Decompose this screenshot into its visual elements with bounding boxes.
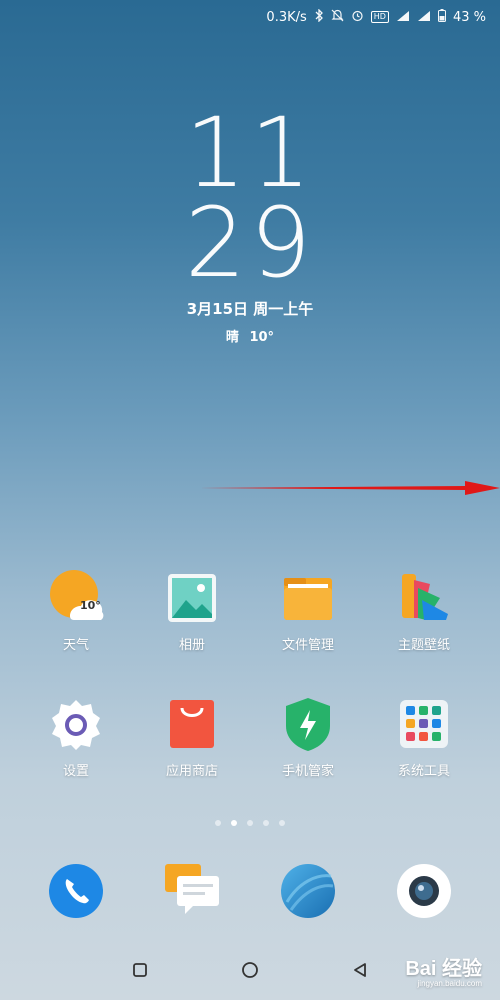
app-label: 文件管理 xyxy=(281,638,334,653)
dock xyxy=(0,862,500,920)
camera-icon xyxy=(395,862,453,920)
app-settings[interactable]: 设置 xyxy=(26,696,126,779)
app-label: 应用商店 xyxy=(165,764,218,779)
clock-hour: 11 xyxy=(184,97,316,209)
home-button[interactable] xyxy=(239,959,261,981)
weather-summary: 晴 10° xyxy=(0,326,500,345)
page-dot[interactable] xyxy=(263,820,269,826)
signal-4g-icon xyxy=(396,10,410,25)
alarm-icon xyxy=(351,9,364,25)
back-triangle-icon xyxy=(354,963,366,977)
phone-manager-icon xyxy=(280,696,336,752)
app-theme[interactable]: 主题壁纸 xyxy=(374,570,474,653)
dock-messages[interactable] xyxy=(142,862,242,920)
folder-icon xyxy=(280,570,336,626)
page-dot[interactable] xyxy=(279,820,285,826)
watermark-sub: jingyan.baidu.com xyxy=(417,979,482,988)
phone-icon xyxy=(47,862,105,920)
app-label: 天气 xyxy=(62,638,89,653)
date-text: 3月15日 周一上午 xyxy=(186,300,314,318)
app-phone-manager[interactable]: 手机管家 xyxy=(258,696,358,779)
baidu-watermark: Bai 经验 jingyan.baidu.com xyxy=(405,952,482,988)
theme-icon xyxy=(396,570,452,626)
recent-apps-button[interactable] xyxy=(129,959,151,981)
dock-browser[interactable] xyxy=(258,862,358,920)
back-button[interactable] xyxy=(349,959,371,981)
hd-icon: HD xyxy=(370,11,389,23)
bluetooth-icon xyxy=(314,8,324,25)
app-row-1: 10° 天气 相册 文件管理 主题壁纸 xyxy=(0,570,500,653)
app-label: 手机管家 xyxy=(281,764,334,779)
app-system-tools[interactable]: 系统工具 xyxy=(374,696,474,779)
messages-icon xyxy=(163,862,221,920)
app-store-icon xyxy=(164,696,220,752)
lock-clock: 11 29 xyxy=(0,97,500,299)
browser-icon xyxy=(279,862,337,920)
dock-camera[interactable] xyxy=(374,862,474,920)
square-icon xyxy=(133,963,147,977)
app-label: 主题壁纸 xyxy=(397,638,450,653)
dock-phone[interactable] xyxy=(26,862,126,920)
app-gallery[interactable]: 相册 xyxy=(142,570,242,653)
app-row-2: 设置 应用商店 手机管家 系统工具 xyxy=(0,696,500,779)
weather-temperature: 10° xyxy=(249,330,275,345)
clock-minute: 29 xyxy=(184,187,316,299)
signal-icon xyxy=(417,10,431,25)
weather-badge: 10° xyxy=(80,599,101,612)
app-label: 系统工具 xyxy=(397,764,450,779)
watermark-main: Bai 经验 xyxy=(405,958,482,980)
app-file-manager[interactable]: 文件管理 xyxy=(258,570,358,653)
battery-icon xyxy=(437,9,446,25)
page-dot[interactable] xyxy=(215,820,221,826)
red-arrow-annotation xyxy=(200,481,500,495)
app-label: 设置 xyxy=(62,764,89,779)
app-app-store[interactable]: 应用商店 xyxy=(142,696,242,779)
network-speed: 0.3K/s xyxy=(266,9,307,25)
weather-condition: 晴 xyxy=(225,330,239,345)
page-indicator xyxy=(0,820,500,826)
page-dot[interactable] xyxy=(247,820,253,826)
app-label: 相册 xyxy=(178,638,205,653)
mute-icon xyxy=(331,9,344,25)
page-dot-active[interactable] xyxy=(231,820,237,826)
status-bar: 0.3K/s HD 43 % xyxy=(0,0,500,34)
weather-icon: 10° xyxy=(48,570,104,626)
battery-percent: 43 % xyxy=(452,9,486,25)
gallery-icon xyxy=(164,570,220,626)
circle-icon xyxy=(242,962,258,978)
app-weather[interactable]: 10° 天气 xyxy=(26,570,126,653)
settings-icon xyxy=(48,696,104,752)
system-tools-icon xyxy=(396,696,452,752)
